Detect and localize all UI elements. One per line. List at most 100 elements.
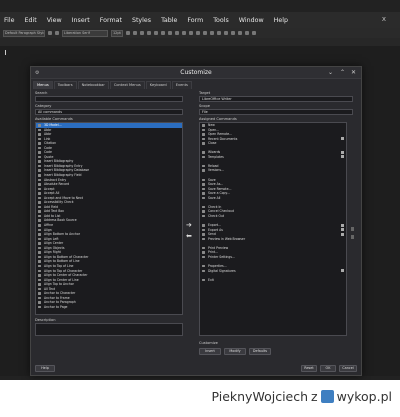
command-label: Exit bbox=[208, 277, 214, 282]
command-icon bbox=[202, 246, 205, 250]
menu-item-window[interactable]: Window bbox=[239, 17, 264, 24]
tab-context-menus[interactable]: Context Menus bbox=[109, 81, 145, 89]
highlight-icon[interactable] bbox=[175, 31, 179, 35]
close-document-icon[interactable]: x bbox=[382, 15, 386, 23]
command-label: New bbox=[208, 123, 215, 127]
search-input[interactable] bbox=[35, 96, 183, 102]
move-up-icon[interactable] bbox=[351, 227, 354, 231]
command-icon bbox=[202, 237, 205, 241]
menu-item-edit[interactable]: Edit bbox=[25, 17, 37, 24]
tab-menus[interactable]: Menus bbox=[33, 81, 53, 89]
command-label: Anchor to Page bbox=[44, 304, 68, 309]
command-icon bbox=[202, 264, 205, 268]
line-spacing-icon[interactable] bbox=[238, 31, 242, 35]
insert-button[interactable]: Insert bbox=[199, 348, 221, 355]
description-label: Description bbox=[35, 318, 56, 322]
bold-icon[interactable] bbox=[126, 31, 130, 35]
background-color-icon[interactable] bbox=[252, 31, 256, 35]
menu-item-styles[interactable]: Styles bbox=[132, 17, 151, 24]
strikethrough-icon[interactable] bbox=[147, 31, 151, 35]
italic-icon[interactable] bbox=[133, 31, 137, 35]
command-label: Save Remote... bbox=[208, 186, 232, 191]
numbering-icon[interactable] bbox=[217, 31, 221, 35]
command-label: Preview in Web Browser bbox=[208, 236, 246, 241]
command-icon bbox=[202, 169, 205, 172]
outdent-icon[interactable] bbox=[231, 31, 235, 35]
dialog-title: Customize bbox=[180, 69, 212, 76]
menu-item-file[interactable]: File bbox=[4, 17, 15, 24]
command-label: Accept bbox=[44, 186, 55, 191]
modify-button[interactable]: Modify bbox=[224, 348, 246, 355]
watermark-site: wykop.pl bbox=[336, 389, 392, 404]
tab-keyboard[interactable]: Keyboard bbox=[145, 81, 171, 89]
command-icon bbox=[38, 210, 41, 213]
close-icon[interactable]: ✕ bbox=[351, 69, 356, 76]
collapse-icon[interactable]: ⌄ bbox=[328, 69, 333, 76]
command-icon bbox=[202, 196, 205, 200]
formatting-toolbar: Default Paragraph Style Liberation Serif… bbox=[0, 28, 400, 38]
command-icon bbox=[38, 174, 41, 177]
move-down-icon[interactable] bbox=[351, 235, 354, 239]
tab-events[interactable]: Events bbox=[171, 81, 192, 89]
submenu-icon bbox=[341, 269, 344, 272]
available-commands-list[interactable]: 3D Model... Abbr Abbr Link Citation Code Code Q… bbox=[35, 122, 183, 315]
help-button[interactable]: Help bbox=[35, 365, 55, 372]
remove-arrow-icon[interactable]: ⬅ bbox=[186, 232, 192, 240]
command-icon bbox=[38, 260, 41, 263]
tab-toolbars[interactable]: Toolbars bbox=[53, 81, 77, 89]
assigned-commands-list[interactable]: New Open... Open Remote... Recent Documents… bbox=[199, 122, 347, 336]
add-arrow-icon[interactable]: ➔ bbox=[186, 221, 192, 229]
style-update-icon[interactable] bbox=[48, 31, 52, 35]
indent-icon[interactable] bbox=[224, 31, 228, 35]
command-icon bbox=[38, 183, 41, 186]
justify-icon[interactable] bbox=[203, 31, 207, 35]
bullets-icon[interactable] bbox=[210, 31, 214, 35]
command-label: Add to List bbox=[44, 213, 61, 218]
font-size-select[interactable]: 12pt bbox=[111, 29, 123, 37]
submenu-icon bbox=[341, 232, 344, 236]
command-label: Align to Center of Line bbox=[44, 277, 79, 282]
paragraph-spacing-icon[interactable] bbox=[245, 31, 249, 35]
menu-item-view[interactable]: View bbox=[47, 17, 62, 24]
maximize-icon[interactable]: ⌃ bbox=[340, 69, 345, 76]
reset-button[interactable]: Reset bbox=[301, 365, 317, 372]
command-label: Align bbox=[44, 227, 52, 232]
menu-item-format[interactable]: Format bbox=[100, 17, 122, 24]
paragraph-style-select[interactable]: Default Paragraph Style bbox=[3, 29, 45, 37]
defaults-button[interactable]: Defaults bbox=[249, 348, 271, 355]
list-item[interactable]: Exit bbox=[200, 278, 346, 283]
menu-item-help[interactable]: Help bbox=[274, 17, 288, 24]
command-label: Properties... bbox=[208, 263, 227, 268]
superscript-icon[interactable] bbox=[154, 31, 158, 35]
menu-item-table[interactable]: Table bbox=[161, 17, 177, 24]
target-select[interactable]: LibreOffice Writer bbox=[199, 96, 353, 102]
submenu-icon bbox=[341, 150, 344, 154]
command-label: Export... bbox=[208, 223, 222, 228]
menu-item-form[interactable]: Form bbox=[187, 17, 203, 24]
new-style-icon[interactable] bbox=[55, 31, 59, 35]
align-center-icon[interactable] bbox=[189, 31, 193, 35]
command-icon bbox=[202, 251, 205, 254]
watermark-bar: PieknyWojciech z wykop.pl bbox=[0, 380, 400, 417]
command-icon bbox=[38, 292, 41, 295]
underline-icon[interactable] bbox=[140, 31, 144, 35]
subscript-icon[interactable] bbox=[161, 31, 165, 35]
command-label: Insert Bibliography Field bbox=[44, 173, 82, 178]
ok-button[interactable]: OK bbox=[320, 365, 336, 372]
tab-notebookbar[interactable]: Notebookbar bbox=[77, 81, 109, 89]
font-name-select[interactable]: Liberation Serif bbox=[62, 29, 108, 37]
command-label: Link bbox=[44, 136, 51, 141]
command-label: Abbr bbox=[44, 127, 52, 132]
menu-item-insert[interactable]: Insert bbox=[72, 17, 90, 24]
command-label: Wizards bbox=[208, 150, 221, 155]
scope-select[interactable]: File bbox=[199, 109, 353, 115]
menu-item-tools[interactable]: Tools bbox=[213, 17, 229, 24]
align-right-icon[interactable] bbox=[196, 31, 200, 35]
list-item[interactable]: Anchor to Page bbox=[36, 305, 182, 310]
command-label: Quote bbox=[44, 154, 54, 159]
command-icon bbox=[38, 160, 41, 163]
font-color-icon[interactable] bbox=[168, 31, 172, 35]
cancel-button[interactable]: Cancel bbox=[339, 365, 357, 372]
category-select[interactable]: All commands bbox=[35, 109, 183, 115]
align-left-icon[interactable] bbox=[182, 31, 186, 35]
